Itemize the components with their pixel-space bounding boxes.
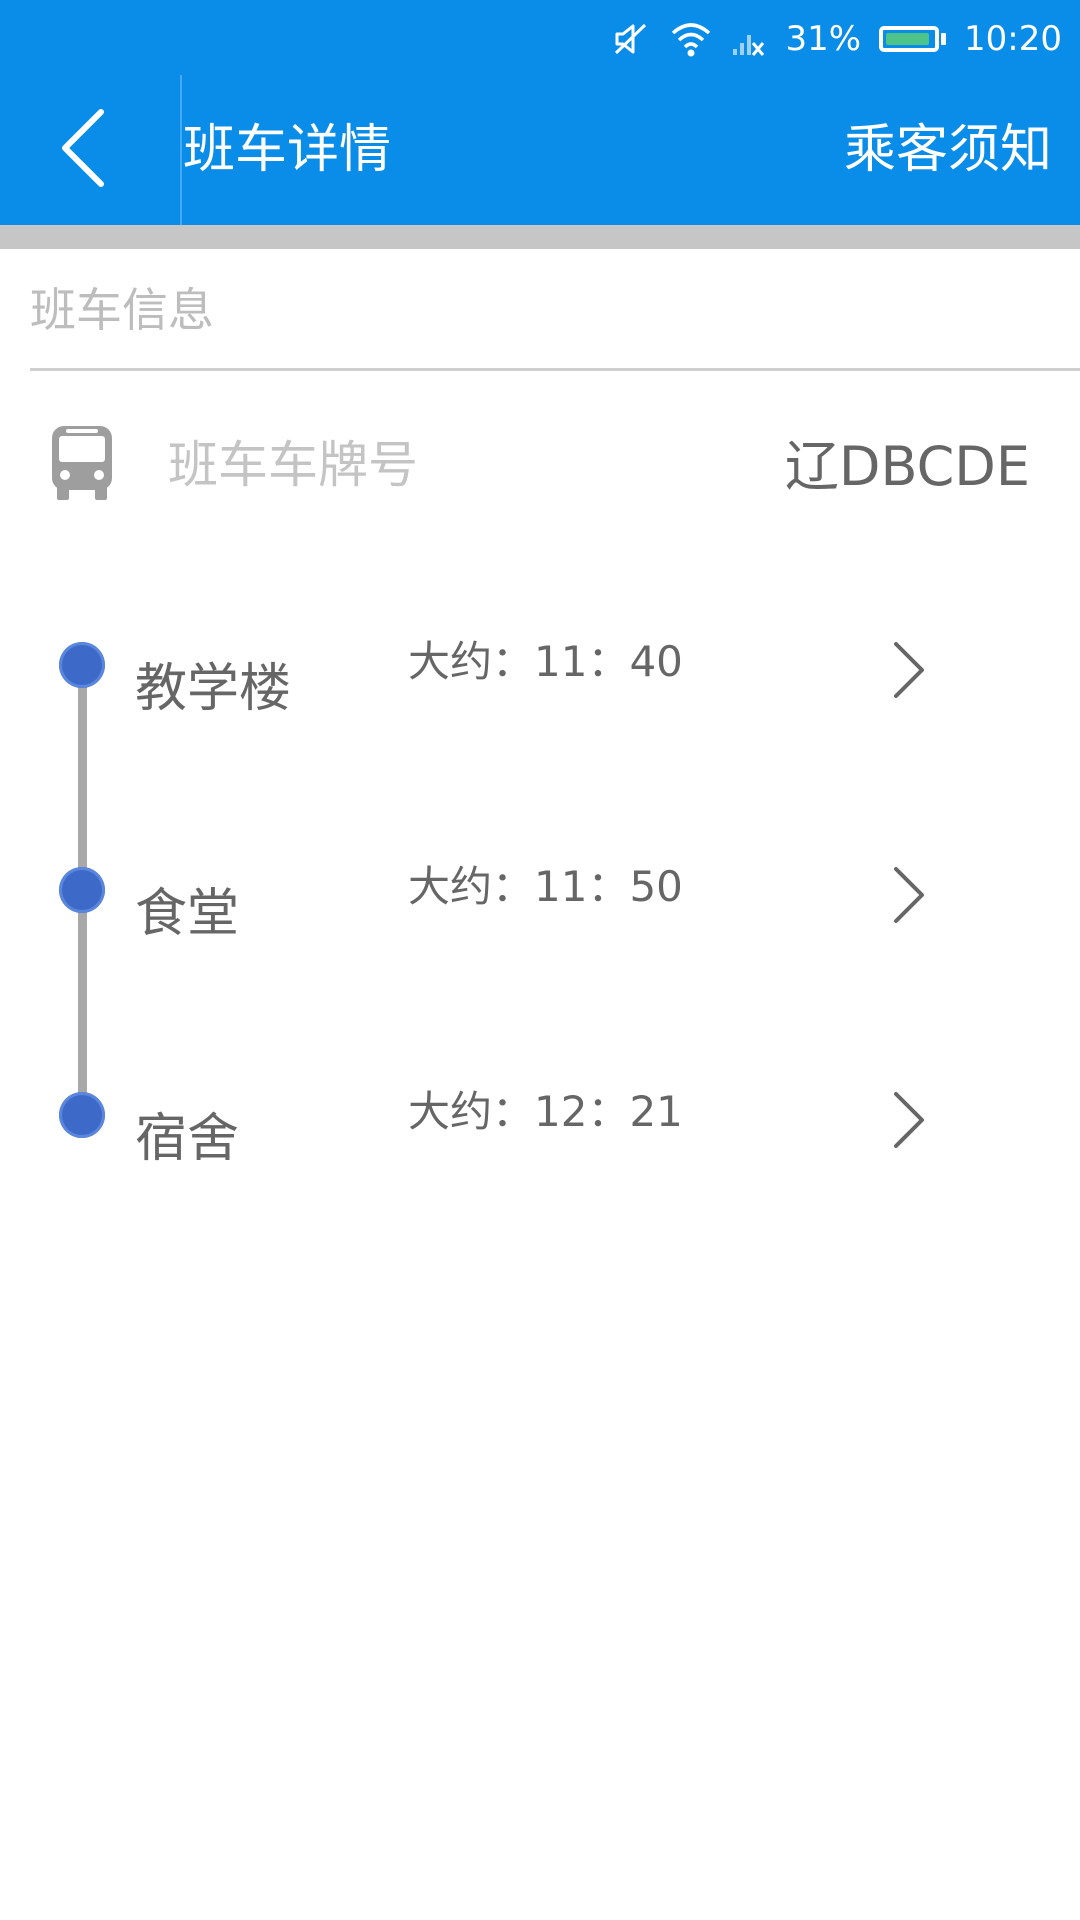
stop-time: 大约：11：50 — [408, 862, 683, 911]
stop-name: 宿舍 — [135, 1109, 240, 1169]
wifi-icon — [669, 19, 713, 59]
stop-item[interactable]: 食堂 大约：11：50 — [0, 862, 1080, 987]
passenger-notice-button[interactable]: 乘客须知 — [844, 117, 1052, 183]
stop-name: 食堂 — [135, 884, 240, 944]
stop-item[interactable]: 教学楼 大约：11：40 — [0, 637, 1080, 762]
stop-dot — [59, 642, 105, 688]
bus-icon — [48, 424, 116, 508]
back-button[interactable] — [30, 105, 140, 195]
chevron-right-icon — [888, 630, 928, 714]
stop-time: 大约：11：40 — [408, 637, 683, 686]
stop-item[interactable]: 宿舍 大约：12：21 — [0, 1087, 1080, 1212]
toolbar: 班车详情 乘客须知 — [0, 75, 1080, 225]
stop-time: 大约：12：21 — [408, 1087, 683, 1136]
header-shadow — [0, 225, 1080, 249]
chevron-right-icon — [888, 855, 928, 939]
stop-dot — [59, 1092, 105, 1138]
plate-row: 班车车牌号 辽DBCDE — [0, 410, 1080, 520]
mute-icon — [611, 19, 651, 59]
back-chevron-icon — [55, 106, 115, 194]
plate-value: 辽DBCDE — [784, 435, 1030, 498]
section-divider — [30, 368, 1080, 371]
stop-name: 教学楼 — [135, 659, 292, 719]
status-time: 10:20 — [964, 19, 1062, 59]
section-title: 班车信息 — [30, 283, 214, 337]
signal-no-service-icon — [731, 19, 767, 59]
plate-label: 班车车牌号 — [168, 436, 418, 494]
toolbar-divider — [180, 75, 182, 225]
battery-percent: 31% — [785, 19, 862, 59]
battery-icon — [879, 26, 947, 52]
status-icons: 31% 10:20 — [611, 12, 1062, 66]
stop-dot — [59, 867, 105, 913]
app-bar: 31% 10:20 班车详情 乘客须知 — [0, 0, 1080, 225]
status-bar: 31% 10:20 — [0, 0, 1080, 75]
chevron-right-icon — [888, 1080, 928, 1164]
page-title: 班车详情 — [183, 120, 392, 180]
